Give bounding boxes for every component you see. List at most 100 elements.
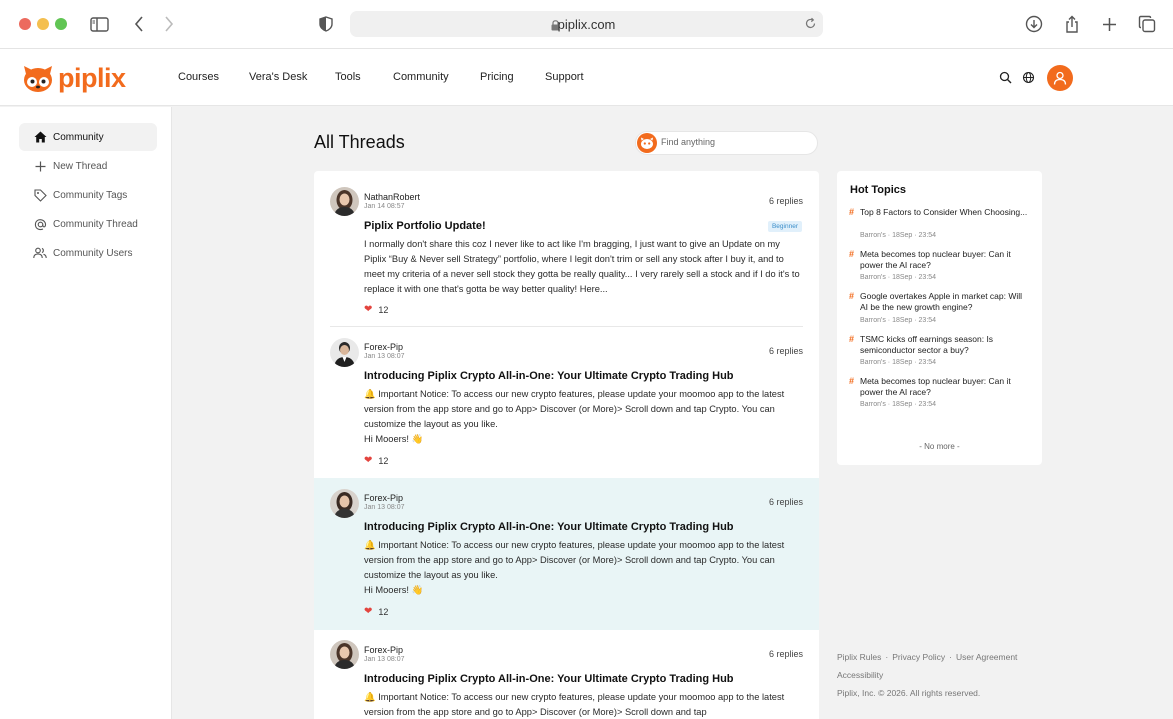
footer-link-agreement[interactable]: User Agreement [956, 652, 1017, 662]
thread-date: Jan 13 08:07 [364, 504, 405, 511]
minimize-window-button[interactable] [37, 18, 49, 30]
search-input[interactable] [661, 137, 811, 147]
hashtag-icon: # [849, 376, 855, 386]
url-text: piplix.com [557, 17, 616, 32]
hot-topic-meta: Barron's · 18Sep · 23:54 [860, 401, 937, 408]
search-icon[interactable] [999, 71, 1013, 85]
thread-feed: NathanRobert Jan 14 08:57 6 replies Pipl… [314, 171, 819, 719]
nav-item-tools[interactable]: Tools [335, 71, 393, 83]
sidebar-item-label: Community [53, 131, 104, 143]
thread-card[interactable]: Forex-Pip Jan 13 08:07 6 replies Introdu… [314, 327, 819, 478]
browser-toolbar: piplix.com [0, 0, 1173, 49]
like-count: 12 [378, 455, 389, 466]
share-icon[interactable] [1062, 14, 1082, 34]
main-nav: Courses Vera's Desk Tools Community Pric… [178, 71, 584, 83]
at-icon [33, 217, 47, 231]
tag-icon [33, 188, 47, 202]
hot-topic-text[interactable]: Meta becomes top nuclear buyer: Can it p… [860, 249, 1030, 271]
site-footer: Piplix Rules · Privacy Policy · User Agreeme… [837, 648, 1047, 702]
hot-topics-panel: Hot Topics # Top 8 Factors to Consider W… [837, 171, 1042, 465]
nav-item-veras-desk[interactable]: Vera's Desk [249, 71, 335, 83]
heart-icon: ❤ [364, 606, 373, 617]
avatar[interactable] [330, 489, 359, 518]
sidebar-item-label: Community Tags [53, 189, 128, 201]
hot-topics-title: Hot Topics [850, 184, 907, 196]
hot-topic-meta: Barron's · 18Sep · 23:54 [860, 359, 937, 366]
sidebar-item-label: Community Thread [53, 218, 138, 230]
page-title: All Threads [314, 132, 405, 152]
sidebar-item-community-thread[interactable]: Community Thread [19, 210, 157, 238]
heart-icon: ❤ [364, 304, 373, 315]
thread-date: Jan 13 08:07 [364, 353, 405, 360]
thread-title[interactable]: Introducing Piplix Crypto All-in-One: Yo… [364, 370, 734, 382]
reply-count[interactable]: 6 replies [769, 196, 803, 206]
sidebar: Community New Thread Community Tags Comm… [0, 107, 172, 719]
nav-item-support[interactable]: Support [545, 71, 584, 83]
thread-author[interactable]: NathanRobert [364, 192, 420, 202]
thread-search[interactable] [635, 131, 818, 155]
sidebar-item-community-tags[interactable]: Community Tags [19, 181, 157, 209]
level-badge: Beginner [767, 221, 802, 232]
tab-overview-icon[interactable] [1137, 14, 1157, 34]
thread-title[interactable]: Piplix Portfolio Update! [364, 220, 486, 232]
site-header: piplix Courses Vera's Desk Tools Communi… [0, 49, 1173, 106]
reply-count[interactable]: 6 replies [769, 497, 803, 507]
address-bar[interactable]: piplix.com [350, 11, 823, 37]
new-tab-icon[interactable] [1099, 14, 1119, 34]
thread-card[interactable]: Forex-Pip Jan 13 08:07 6 replies Introdu… [314, 630, 819, 719]
thread-title[interactable]: Introducing Piplix Crypto All-in-One: Yo… [364, 673, 734, 685]
download-icon[interactable] [1024, 14, 1044, 34]
like-button[interactable]: ❤ 12 [364, 304, 388, 315]
search-mascot-icon [637, 133, 657, 153]
nav-item-community[interactable]: Community [393, 71, 480, 83]
like-button[interactable]: ❤ 12 [364, 455, 388, 466]
red-panda-logo-icon [24, 65, 52, 92]
shield-icon[interactable] [316, 14, 336, 34]
thread-body: 🔔 Important Notice: To access our new cr… [364, 540, 785, 580]
footer-link-rules[interactable]: Piplix Rules [837, 652, 881, 662]
hot-topic-text[interactable]: Google overtakes Apple in market cap: Wi… [860, 291, 1030, 313]
sidebar-item-community[interactable]: Community [19, 123, 157, 151]
brand-name: piplix [58, 63, 126, 93]
like-button[interactable]: ❤ 12 [364, 606, 388, 617]
nav-item-courses[interactable]: Courses [178, 71, 249, 83]
user-avatar-button[interactable] [1047, 65, 1073, 91]
thread-title[interactable]: Introducing Piplix Crypto All-in-One: Yo… [364, 521, 734, 533]
sidebar-item-community-users[interactable]: Community Users [19, 239, 157, 267]
back-icon[interactable] [129, 14, 149, 34]
footer-link-accessibility[interactable]: Accessibility [837, 670, 883, 680]
globe-icon[interactable] [1022, 71, 1036, 85]
thread-date: Jan 14 08:57 [364, 203, 405, 210]
avatar[interactable] [330, 338, 359, 367]
thread-card[interactable]: NathanRobert Jan 14 08:57 6 replies Pipl… [314, 171, 819, 327]
avatar[interactable] [330, 640, 359, 669]
zoom-window-button[interactable] [55, 18, 67, 30]
hot-topic-meta: Barron's · 18Sep · 23:54 [860, 274, 937, 281]
brand-logo[interactable]: piplix [22, 63, 126, 94]
reload-icon[interactable] [804, 17, 817, 35]
avatar[interactable] [330, 187, 359, 216]
thread-body: 🔔 Important Notice: To access our new cr… [364, 389, 785, 429]
footer-link-privacy[interactable]: Privacy Policy [892, 652, 945, 662]
thread-card[interactable]: Forex-Pip Jan 13 08:07 6 replies Introdu… [314, 478, 819, 630]
reply-count[interactable]: 6 replies [769, 649, 803, 659]
thread-author[interactable]: Forex-Pip [364, 645, 403, 655]
nav-item-pricing[interactable]: Pricing [480, 71, 545, 83]
hot-topic-text[interactable]: Meta becomes top nuclear buyer: Can it p… [860, 376, 1030, 398]
thread-author[interactable]: Forex-Pip [364, 493, 403, 503]
sidebar-item-label: New Thread [53, 160, 108, 172]
thread-date: Jan 13 08:07 [364, 656, 405, 663]
hot-topic-text[interactable]: Top 8 Factors to Consider When Choosing.… [860, 207, 1030, 218]
sidebar-toggle-icon[interactable] [89, 14, 109, 34]
end-of-list-label: - No more - [919, 442, 960, 451]
separator: · [949, 652, 952, 662]
forward-icon[interactable] [159, 14, 179, 34]
reply-count[interactable]: 6 replies [769, 346, 803, 356]
thread-author[interactable]: Forex-Pip [364, 342, 403, 352]
hot-topic-text[interactable]: TSMC kicks off earnings season: Is semic… [860, 334, 1030, 356]
close-window-button[interactable] [19, 18, 31, 30]
home-icon [33, 130, 47, 144]
sidebar-item-new-thread[interactable]: New Thread [19, 152, 157, 180]
plus-icon [33, 159, 47, 173]
thread-greeting: Hi Mooers! 👋 [364, 585, 424, 595]
